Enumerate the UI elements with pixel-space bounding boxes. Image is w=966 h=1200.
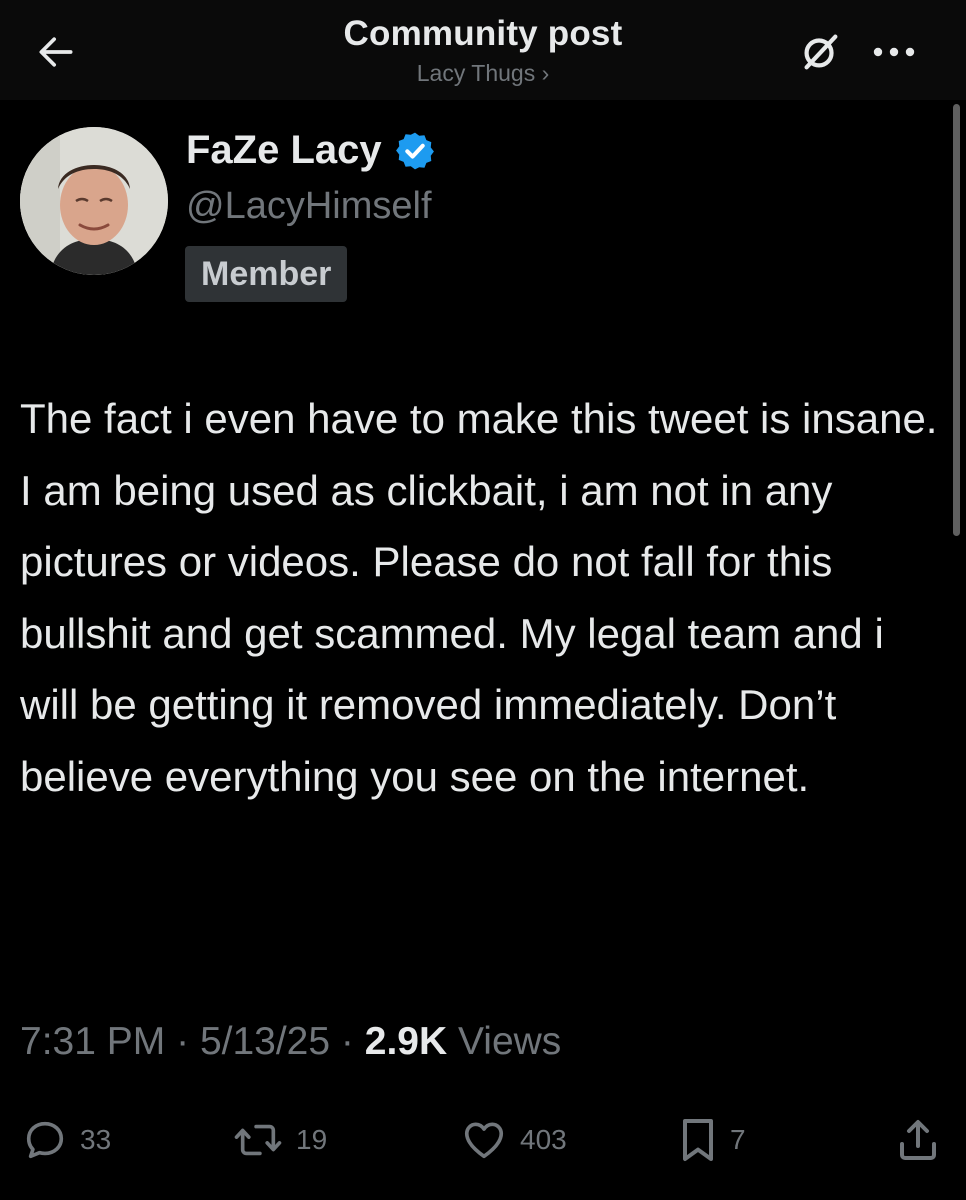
post-text: The fact i even have to make this tweet … xyxy=(20,395,938,800)
member-badge: Member xyxy=(185,246,348,302)
reply-count: 33 xyxy=(80,1124,112,1155)
meta-separator: · xyxy=(176,1020,190,1063)
avatar-image xyxy=(20,127,168,275)
post-meta: 7:31 PM · 5/13/25 · 2.9K Views xyxy=(20,1020,561,1064)
repost-icon xyxy=(234,1124,282,1156)
share-button[interactable] xyxy=(896,1110,940,1170)
views-count: 2.9K xyxy=(364,1020,448,1063)
avatar[interactable] xyxy=(20,127,168,275)
author-name[interactable]: FaZe Lacy xyxy=(186,128,436,173)
no-symbol-icon xyxy=(804,34,838,70)
repost-count: 19 xyxy=(296,1124,328,1155)
post-date: 5/13/25 xyxy=(199,1020,331,1063)
like-button[interactable]: 403 xyxy=(460,1110,567,1170)
more-button[interactable] xyxy=(862,28,926,76)
reply-button[interactable]: 33 xyxy=(22,1110,111,1170)
reply-icon xyxy=(26,1121,64,1159)
author-handle[interactable]: @LacyHimself xyxy=(186,185,432,228)
author-display-name: FaZe Lacy xyxy=(186,128,382,172)
scrollbar[interactable] xyxy=(953,104,960,536)
views-label: Views xyxy=(457,1020,562,1063)
top-bar: Community post Lacy Thugs › xyxy=(0,0,966,100)
bookmark-button[interactable]: 7 xyxy=(678,1110,746,1170)
like-count: 403 xyxy=(520,1124,567,1155)
action-bar: 33 19 403 7 xyxy=(0,1110,966,1170)
more-dots-icon xyxy=(873,47,915,57)
post-time: 7:31 PM xyxy=(20,1020,166,1063)
share-icon xyxy=(900,1120,936,1160)
meta-separator: · xyxy=(340,1020,354,1063)
verified-badge-icon xyxy=(395,132,434,169)
heart-icon xyxy=(464,1122,504,1159)
repost-button[interactable]: 19 xyxy=(232,1110,327,1170)
grok-button[interactable] xyxy=(792,24,848,80)
bookmark-count: 7 xyxy=(730,1124,746,1155)
bookmark-icon xyxy=(683,1119,713,1161)
